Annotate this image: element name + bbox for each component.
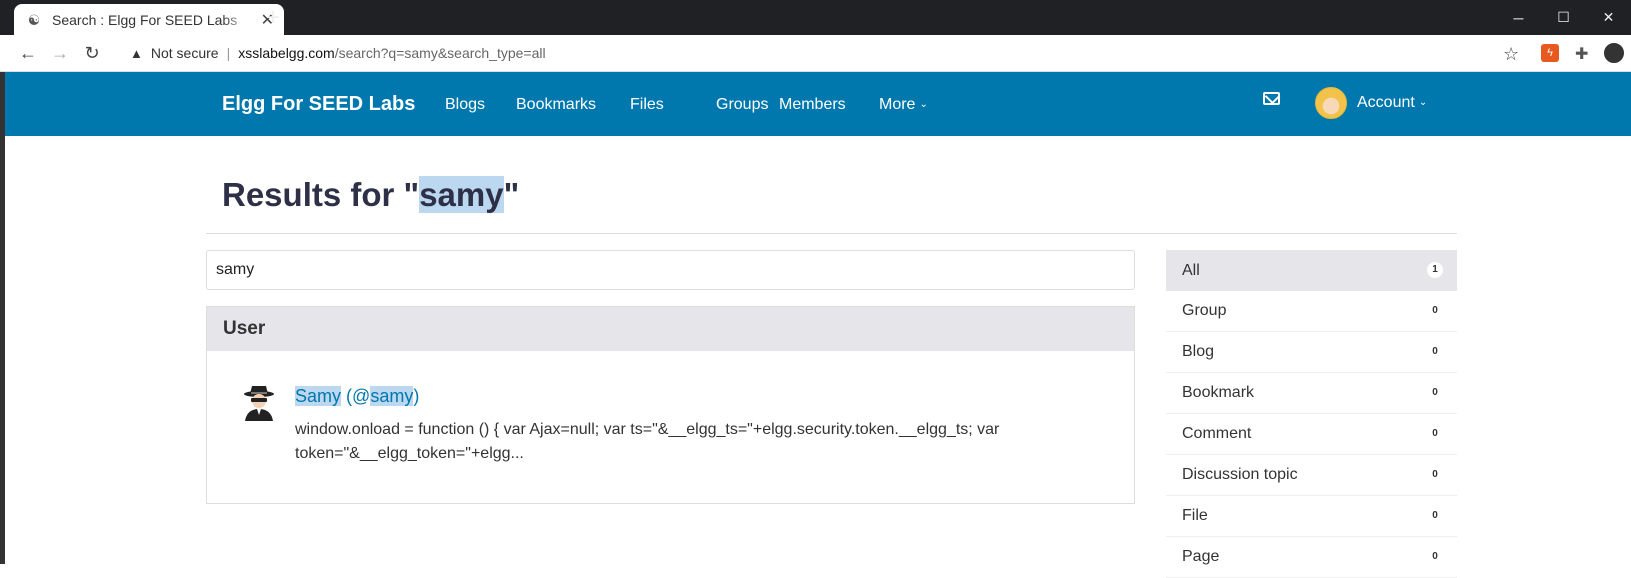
extensions-puzzle-icon[interactable]: ✚: [1575, 44, 1593, 63]
tab-title: Search : Elgg For SEED Labs: [52, 11, 238, 28]
nav-groups[interactable]: Groups: [716, 96, 768, 114]
forward-arrow-icon[interactable]: →: [44, 43, 76, 64]
filter-label: Page: [1182, 548, 1220, 565]
site-brand-link[interactable]: Elgg For SEED Labs: [222, 93, 415, 116]
reload-icon[interactable]: ↻: [76, 43, 108, 64]
filter-label: Discussion topic: [1182, 466, 1298, 483]
close-window-icon[interactable]: ✕: [1586, 9, 1631, 26]
page-title-suffix: ": [503, 176, 520, 213]
results-section-title: User: [207, 307, 1134, 351]
account-avatar[interactable]: [1315, 87, 1347, 119]
filter-count-badge: 0: [1427, 467, 1443, 483]
back-arrow-icon[interactable]: ←: [12, 43, 44, 64]
url-host[interactable]: xsslabelgg.com: [238, 45, 335, 61]
site-favicon-icon: ☯: [27, 11, 41, 28]
profile-avatar-icon[interactable]: [1604, 43, 1624, 63]
user-handle-prefix: (@: [346, 386, 371, 406]
search-input[interactable]: [206, 250, 1135, 290]
nav-more-label: More: [879, 96, 916, 113]
filter-blog[interactable]: Blog 0: [1166, 332, 1457, 373]
warning-icon[interactable]: ▲: [130, 46, 143, 61]
page-title-term: samy: [419, 176, 504, 213]
account-menu[interactable]: Account ⌄: [1357, 94, 1427, 112]
filter-count-badge: 1: [1427, 262, 1443, 278]
chevron-down-icon: ⌄: [1418, 97, 1428, 109]
filter-label: File: [1182, 507, 1208, 524]
minimize-icon[interactable]: ─: [1496, 10, 1541, 26]
window-controls: ─ ☐ ✕: [1496, 0, 1631, 35]
user-name[interactable]: Samy: [295, 386, 342, 406]
window-left-edge: [0, 72, 5, 564]
bookmark-star-icon[interactable]: ☆: [1503, 44, 1519, 65]
nav-blogs[interactable]: Blogs: [445, 96, 485, 114]
account-label: Account: [1357, 94, 1415, 111]
filter-all[interactable]: All 1: [1166, 250, 1457, 291]
extension-icon[interactable]: ϟ: [1541, 44, 1559, 62]
url-path[interactable]: /search?q=samy&search_type=all: [335, 45, 546, 61]
maximize-icon[interactable]: ☐: [1541, 9, 1586, 26]
filter-bookmark[interactable]: Bookmark 0: [1166, 373, 1457, 414]
security-label[interactable]: Not secure: [151, 45, 219, 61]
filter-discussion-topic[interactable]: Discussion topic 0: [1166, 455, 1457, 496]
search-type-sidebar: All 1 Group 0 Blog 0 Bookmark 0 Comment 0 Dis…: [1166, 250, 1457, 578]
page-title: Results for "samy": [222, 176, 519, 214]
nav-members[interactable]: Members: [779, 96, 846, 114]
mail-icon[interactable]: [1263, 92, 1280, 105]
filter-file[interactable]: File 0: [1166, 496, 1457, 537]
site-header: Elgg For SEED Labs Blogs Bookmarks Files…: [5, 72, 1631, 136]
filter-count-badge: 0: [1427, 549, 1443, 565]
filter-count-badge: 0: [1427, 508, 1443, 524]
browser-toolbar: ← → ↻ ▲ Not secure | xsslabelgg.com/sear…: [0, 35, 1631, 72]
omnibox-separator: |: [226, 45, 231, 61]
filter-label: All: [1182, 261, 1200, 279]
filter-page[interactable]: Page 0: [1166, 537, 1457, 578]
filter-label: Blog: [1182, 343, 1215, 360]
filter-count-badge: 0: [1427, 344, 1443, 360]
filter-count-badge: 0: [1427, 303, 1443, 319]
filter-count-badge: 0: [1427, 385, 1443, 401]
filter-comment[interactable]: Comment 0: [1166, 414, 1457, 455]
filter-label: Group: [1182, 302, 1227, 319]
address-bar[interactable]: ▲ Not secure | xsslabelgg.com/search?q=s…: [130, 39, 1490, 67]
results-panel: User Samy (@samy) window.onload = functi…: [206, 306, 1135, 504]
user-result-snippet: window.onload = function () { var Ajax=n…: [295, 421, 1000, 462]
browser-tabstrip: ☯ Search : Elgg For SEED Labs ✕ + ─ ☐ ✕: [0, 0, 1631, 35]
filter-group[interactable]: Group 0: [1166, 291, 1457, 332]
filter-count-badge: 0: [1427, 426, 1443, 442]
nav-more[interactable]: More ⌄: [879, 96, 928, 114]
spy-avatar-icon[interactable]: [242, 385, 276, 421]
new-tab-button[interactable]: +: [266, 5, 280, 31]
filter-label: Bookmark: [1182, 384, 1255, 401]
nav-files[interactable]: Files: [630, 96, 664, 114]
user-handle[interactable]: samy: [370, 386, 414, 406]
filter-label: Comment: [1182, 425, 1252, 442]
page-title-prefix: Results for ": [222, 176, 420, 213]
user-result-link[interactable]: Samy (@samy): [295, 386, 419, 407]
chevron-down-icon: ⌄: [919, 99, 928, 111]
user-handle-suffix: ): [413, 386, 420, 406]
browser-tab[interactable]: ☯ Search : Elgg For SEED Labs ✕: [14, 4, 284, 35]
nav-bookmarks[interactable]: Bookmarks: [516, 96, 596, 114]
title-divider: [206, 233, 1457, 234]
